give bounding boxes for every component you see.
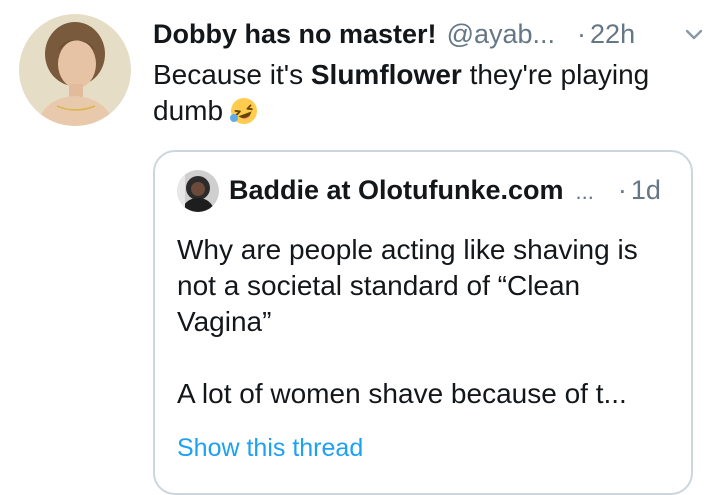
user-handle[interactable]: @ayab... xyxy=(447,16,555,52)
separator-dot: · xyxy=(577,19,587,49)
tweet-header: Dobby has no master! @ayab... · 22h xyxy=(153,16,698,52)
timestamp[interactable]: 22h xyxy=(590,16,635,52)
quoted-display-name[interactable]: Baddie at Olotufunke.com xyxy=(229,172,564,208)
laughing-face-emoji-icon xyxy=(229,96,259,126)
quoted-timestamp[interactable]: 1d xyxy=(631,172,661,208)
show-thread-link[interactable]: Show this thread xyxy=(177,432,363,464)
quoted-header: Baddie at Olotufunke.com ... · 1d xyxy=(229,172,679,208)
tweet-text: Because it's Slumflower they're playing … xyxy=(153,57,693,129)
quoted-text-paragraph: A lot of women shave because of t... xyxy=(177,378,627,409)
chevron-down-icon[interactable] xyxy=(682,22,706,46)
tweet-text-bold: Slumflower xyxy=(310,59,462,90)
avatar[interactable] xyxy=(19,14,131,126)
quoted-avatar[interactable] xyxy=(177,170,219,212)
separator-dot: · xyxy=(617,175,627,205)
display-name[interactable]: Dobby has no master! xyxy=(153,16,437,52)
quoted-text-paragraph: Why are people acting like shaving is no… xyxy=(177,234,638,337)
quoted-tweet[interactable]: Baddie at Olotufunke.com ... · 1d Why ar… xyxy=(153,150,693,495)
quoted-handle[interactable]: ... xyxy=(576,174,594,210)
tweet[interactable]: Dobby has no master! @ayab... · 22h Beca… xyxy=(0,0,720,495)
quoted-text: Why are people acting like shaving is no… xyxy=(177,232,677,412)
tweet-text-part: Because it's xyxy=(153,59,311,90)
